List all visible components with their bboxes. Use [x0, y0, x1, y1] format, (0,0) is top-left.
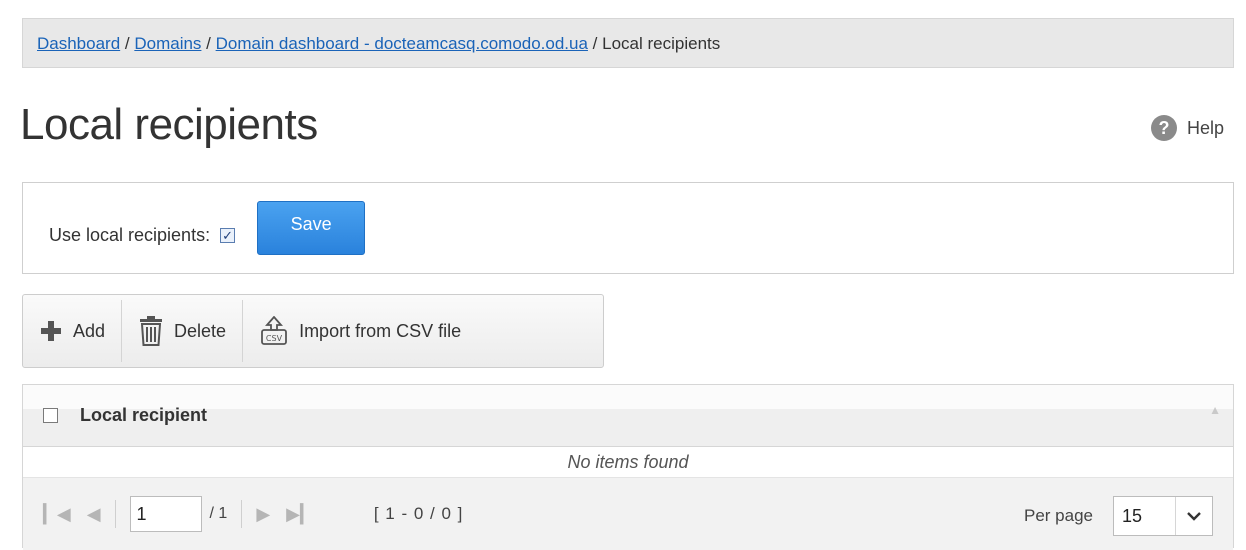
import-csv-button[interactable]: CSV Import from CSV file: [243, 295, 477, 367]
per-page-value: 15: [1122, 505, 1143, 526]
first-page-icon[interactable]: ▎◀: [43, 504, 71, 525]
per-page-control: Per page 15: [1024, 496, 1213, 536]
next-page-icon[interactable]: ▶: [256, 504, 270, 525]
add-label: Add: [73, 320, 106, 341]
breadcrumb: Dashboard / Domains / Domain dashboard -…: [22, 18, 1234, 68]
plus-icon: [41, 321, 61, 341]
breadcrumb-current: Local recipients: [602, 34, 721, 53]
trash-icon: [140, 316, 163, 346]
empty-message: No items found: [23, 447, 1233, 478]
use-local-recipients-checkbox[interactable]: [220, 227, 236, 243]
delete-button[interactable]: Delete: [122, 295, 242, 367]
question-mark-icon: ?: [1150, 115, 1177, 141]
use-local-recipients-label: Use local recipients:: [49, 224, 211, 245]
csv-import-icon: CSV: [261, 316, 287, 345]
total-pages: / 1: [209, 505, 228, 522]
pager-divider: [241, 500, 243, 528]
delete-label: Delete: [174, 320, 227, 341]
previous-page-icon[interactable]: ◀: [87, 504, 101, 525]
select-all-checkbox[interactable]: [43, 408, 58, 423]
breadcrumb-dashboard-link[interactable]: Dashboard: [37, 34, 120, 53]
save-button[interactable]: Save: [257, 201, 366, 255]
per-page-label: Per page: [1024, 506, 1093, 525]
svg-text:CSV: CSV: [266, 334, 283, 343]
per-page-select[interactable]: 15: [1113, 496, 1213, 536]
grid-header: Local recipient ▲: [23, 385, 1233, 447]
pager-divider: [114, 500, 116, 528]
recipients-grid: Local recipient ▲ No items found ▎◀ ◀ / …: [22, 384, 1234, 550]
pager: ▎◀ ◀ / 1 ▶ ▶▎ [ 1 - 0 / 0 ] Per page 15: [23, 478, 1233, 550]
breadcrumb-separator: /: [120, 34, 135, 53]
column-header-local-recipient[interactable]: Local recipient: [80, 405, 207, 426]
last-page-icon[interactable]: ▶▎: [286, 504, 314, 525]
page-number-input[interactable]: [129, 496, 202, 532]
add-button[interactable]: Add: [23, 295, 121, 367]
breadcrumb-domain-dashboard-link[interactable]: Domain dashboard - docteamcasq.comodo.od…: [216, 34, 588, 53]
sort-ascending-icon[interactable]: ▲: [1209, 403, 1221, 417]
breadcrumb-separator: /: [201, 34, 216, 53]
breadcrumb-separator: /: [587, 34, 603, 53]
help-label: Help: [1186, 117, 1224, 138]
breadcrumb-domains-link[interactable]: Domains: [134, 34, 201, 53]
page-title: Local recipients: [20, 100, 318, 149]
chevron-down-icon: [1175, 497, 1212, 535]
import-csv-label: Import from CSV file: [299, 320, 462, 341]
help-link[interactable]: ? Help: [1150, 115, 1224, 141]
item-range: [ 1 - 0 / 0 ]: [373, 504, 464, 523]
settings-panel: Use local recipients: Save: [22, 182, 1234, 274]
toolbar: Add Delete CSV Import from CSV file: [22, 294, 604, 368]
